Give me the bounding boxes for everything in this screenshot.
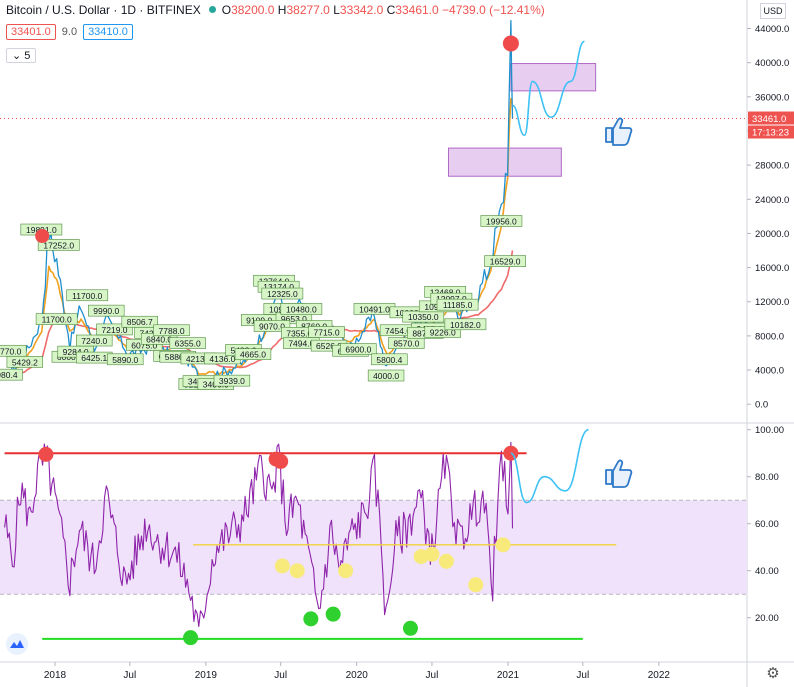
rsi-support-marker bbox=[274, 558, 290, 574]
price-tick-label: 36000.0 bbox=[755, 92, 789, 103]
price-label-text: 7788.0 bbox=[159, 326, 185, 336]
price-label-text: 12325.0 bbox=[267, 289, 298, 299]
price-label-text: 8570.0 bbox=[393, 339, 419, 349]
price-label-text: 11700.0 bbox=[42, 315, 72, 325]
price-tick-label: 24000.0 bbox=[755, 195, 789, 206]
rsi-tick-label: 20.00 bbox=[755, 613, 779, 624]
rsi-support-marker bbox=[438, 553, 454, 569]
price-label-text: 10491.0 bbox=[359, 304, 390, 314]
rsi-tick-label: 60.00 bbox=[755, 519, 779, 530]
price-label-text: 6900.0 bbox=[345, 345, 371, 355]
rsi-tick-label: 40.00 bbox=[755, 566, 779, 577]
price-label-text: 9990.0 bbox=[93, 306, 119, 316]
rsi-support-marker bbox=[424, 546, 440, 562]
rsi-low-marker bbox=[402, 620, 418, 636]
rsi-band bbox=[0, 500, 747, 595]
price-tick-label: 20000.0 bbox=[755, 229, 789, 240]
rsi-high-marker bbox=[273, 453, 289, 469]
rsi-projection-curve bbox=[510, 428, 589, 504]
rsi-support-marker bbox=[468, 577, 484, 593]
price-label-text: 4000.0 bbox=[373, 371, 399, 381]
price-label-text: 16529.0 bbox=[490, 257, 521, 267]
countdown-text: 17:13:23 bbox=[752, 128, 789, 139]
peak-marker bbox=[502, 35, 519, 52]
price-label-text: 7494.0 bbox=[288, 339, 314, 349]
price-label-text: 10182.0 bbox=[450, 320, 481, 330]
price-label-text: 11185.0 bbox=[443, 300, 473, 310]
price-label-text: 7715.0 bbox=[314, 327, 340, 337]
rsi-low-marker bbox=[183, 630, 199, 646]
price-tick-label: 8000.0 bbox=[755, 331, 784, 342]
price-label-text: 17252.0 bbox=[43, 240, 74, 250]
price-label-text: 7240.0 bbox=[81, 336, 107, 346]
price-label-text: 11700.0 bbox=[72, 291, 102, 301]
thumbs-up-icon bbox=[605, 117, 633, 146]
time-tick-label: Jul bbox=[123, 670, 136, 681]
time-tick-label: 2020 bbox=[346, 670, 369, 681]
last-price-text: 33461.0 bbox=[752, 114, 786, 125]
early-peak-marker bbox=[35, 229, 50, 244]
rsi-low-marker bbox=[325, 606, 341, 622]
time-tick-label: 2018 bbox=[44, 670, 67, 681]
rsi-tick-label: 80.00 bbox=[755, 472, 779, 483]
time-tick-label: Jul bbox=[576, 670, 589, 681]
time-tick-label: Jul bbox=[426, 670, 439, 681]
time-tick-label: 2019 bbox=[195, 670, 218, 681]
price-label-text: 4770.0 bbox=[0, 346, 22, 356]
price-label-text: 10350.0 bbox=[408, 312, 439, 322]
thumbs-up-icon bbox=[605, 459, 633, 488]
price-tick-label: 44000.0 bbox=[755, 24, 789, 35]
price-label-text: 5890.0 bbox=[112, 355, 138, 365]
price-label-text: 5800.4 bbox=[376, 355, 402, 365]
price-tick-label: 12000.0 bbox=[755, 297, 789, 308]
time-tick-label: 2022 bbox=[648, 670, 671, 681]
price-tick-label: 4000.0 bbox=[755, 366, 784, 377]
price-label-text: 2980.4 bbox=[0, 370, 18, 380]
price-tick-label: 16000.0 bbox=[755, 263, 789, 274]
time-tick-label: Jul bbox=[274, 670, 287, 681]
price-label-text: 8506.7 bbox=[127, 317, 153, 327]
time-tick-label: 2021 bbox=[497, 670, 520, 681]
price-label-text: 19956.0 bbox=[486, 216, 517, 226]
price-tick-label: 0.0 bbox=[755, 400, 768, 411]
price-label-text: 10480.0 bbox=[286, 304, 317, 314]
rsi-low-marker bbox=[303, 611, 319, 627]
resistance-zone bbox=[447, 147, 562, 177]
price-label-text: 6355.0 bbox=[175, 339, 201, 349]
price-tick-label: 28000.0 bbox=[755, 161, 789, 172]
price-tick-label: 40000.0 bbox=[755, 58, 789, 69]
price-label-text: 4665.0 bbox=[240, 350, 266, 360]
price-label-text: 6425.1 bbox=[81, 353, 107, 363]
rsi-tick-label: 100.00 bbox=[755, 425, 784, 436]
rsi-high-marker bbox=[38, 446, 54, 462]
rsi-support-marker bbox=[338, 563, 354, 579]
rsi-support-marker bbox=[495, 537, 511, 553]
chart-canvas[interactable]: 0.0 4000.0 8000.0 12000.0 16000.0 20000.0 2400… bbox=[0, 0, 794, 687]
price-label-text: 3939.0 bbox=[219, 376, 245, 386]
rsi-support-marker bbox=[289, 563, 305, 579]
price-label-text: 5429.2 bbox=[12, 357, 38, 367]
resistance-zone bbox=[510, 63, 597, 92]
